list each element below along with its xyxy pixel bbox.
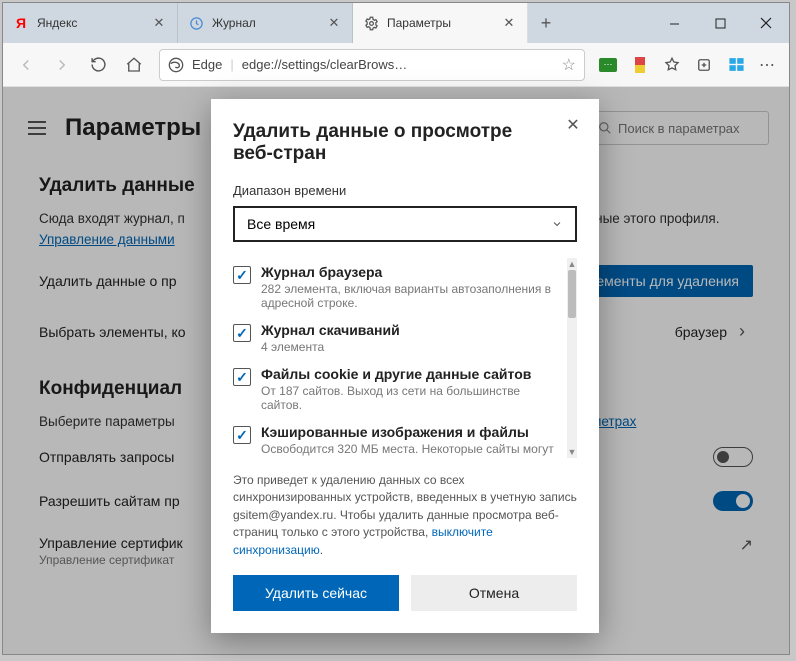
close-icon[interactable]: ✕ xyxy=(326,15,342,31)
close-icon[interactable]: ✕ xyxy=(151,15,167,31)
tab-label: Журнал xyxy=(212,16,320,30)
item-subtext: 282 элемента, включая варианты автозапол… xyxy=(261,282,563,310)
toolbar: Edge | edge://settings/clearBrows… ☆ ⋯ ⋯ xyxy=(3,43,789,87)
tab-settings[interactable]: Параметры ✕ xyxy=(353,3,528,43)
check-item-cookies[interactable]: Файлы cookie и другие данные сайтов От 1… xyxy=(233,360,563,418)
checkbox[interactable] xyxy=(233,368,251,386)
item-title: Кэшированные изображения и файлы xyxy=(261,424,554,440)
checkbox[interactable] xyxy=(233,266,251,284)
collections-icon[interactable] xyxy=(689,50,719,80)
item-subtext: 4 элемента xyxy=(261,340,400,354)
tab-label: Параметры xyxy=(387,16,495,30)
checkbox[interactable] xyxy=(233,426,251,444)
tab-yandex[interactable]: Я Яндекс ✕ xyxy=(3,3,178,43)
yandex-icon: Я xyxy=(13,15,29,31)
back-button[interactable] xyxy=(9,48,43,82)
scrollbar-thumb[interactable] xyxy=(568,270,576,318)
item-subtext: От 187 сайтов. Выход из сети на большинс… xyxy=(261,384,563,412)
checkbox[interactable] xyxy=(233,324,251,342)
extension-icon-1[interactable]: ⋯ xyxy=(593,50,623,80)
new-tab-button[interactable]: + xyxy=(528,3,564,43)
engine-label: Edge xyxy=(192,57,222,72)
separator: | xyxy=(230,57,233,72)
check-item-cache[interactable]: Кэшированные изображения и файлы Освобод… xyxy=(233,418,563,458)
item-title: Файлы cookie и другие данные сайтов xyxy=(261,366,563,382)
url-text: edge://settings/clearBrows… xyxy=(242,57,554,72)
item-subtext: Освободится 320 МБ места. Некоторые сайт… xyxy=(261,442,554,456)
browser-window: Я Яндекс ✕ Журнал ✕ Параметры ✕ + xyxy=(2,2,790,655)
refresh-button[interactable] xyxy=(81,48,115,82)
close-window-button[interactable] xyxy=(743,3,789,43)
edge-icon xyxy=(168,57,184,73)
chevron-down-icon xyxy=(551,218,563,230)
sync-warning-note: Это приведет к удалению данных со всех с… xyxy=(233,472,577,559)
time-range-label: Диапазон времени xyxy=(233,183,577,198)
tab-history[interactable]: Журнал ✕ xyxy=(178,3,353,43)
cancel-button[interactable]: Отмена xyxy=(411,575,577,611)
select-value: Все время xyxy=(247,216,315,232)
windows-icon[interactable] xyxy=(721,50,751,80)
maximize-button[interactable] xyxy=(697,3,743,43)
data-type-list: Журнал браузера 282 элемента, включая ва… xyxy=(233,258,577,458)
home-button[interactable] xyxy=(117,48,151,82)
close-icon[interactable]: ✕ xyxy=(501,15,517,31)
history-icon xyxy=(188,15,204,31)
dialog-buttons: Удалить сейчас Отмена xyxy=(233,575,577,611)
minimize-button[interactable] xyxy=(651,3,697,43)
address-bar[interactable]: Edge | edge://settings/clearBrows… ☆ xyxy=(159,49,585,81)
gear-icon xyxy=(363,15,379,31)
clear-data-dialog: ✕ Удалить данные о просмотре веб-стран Д… xyxy=(211,99,599,633)
dialog-close-button[interactable]: ✕ xyxy=(561,113,585,137)
check-item-browsing-history[interactable]: Журнал браузера 282 элемента, включая ва… xyxy=(233,258,563,316)
extension-icon-2[interactable] xyxy=(625,50,655,80)
time-range-select[interactable]: Все время xyxy=(233,206,577,242)
more-menu-button[interactable]: ⋯ xyxy=(753,50,783,80)
forward-button[interactable] xyxy=(45,48,79,82)
favorite-icon[interactable]: ☆ xyxy=(562,55,576,75)
clear-now-button[interactable]: Удалить сейчас xyxy=(233,575,399,611)
scroll-down-arrow[interactable]: ▼ xyxy=(567,446,577,458)
tab-strip: Я Яндекс ✕ Журнал ✕ Параметры ✕ + xyxy=(3,3,789,43)
check-item-download-history[interactable]: Журнал скачиваний 4 элемента xyxy=(233,316,563,360)
item-title: Журнал скачиваний xyxy=(261,322,400,338)
favorites-icon[interactable] xyxy=(657,50,687,80)
item-title: Журнал браузера xyxy=(261,264,563,280)
scroll-up-arrow[interactable]: ▲ xyxy=(567,258,577,270)
scrollbar[interactable]: ▲ ▼ xyxy=(567,258,577,458)
tab-label: Яндекс xyxy=(37,16,145,30)
window-controls xyxy=(651,3,789,43)
dialog-title: Удалить данные о просмотре веб-стран xyxy=(233,121,577,165)
